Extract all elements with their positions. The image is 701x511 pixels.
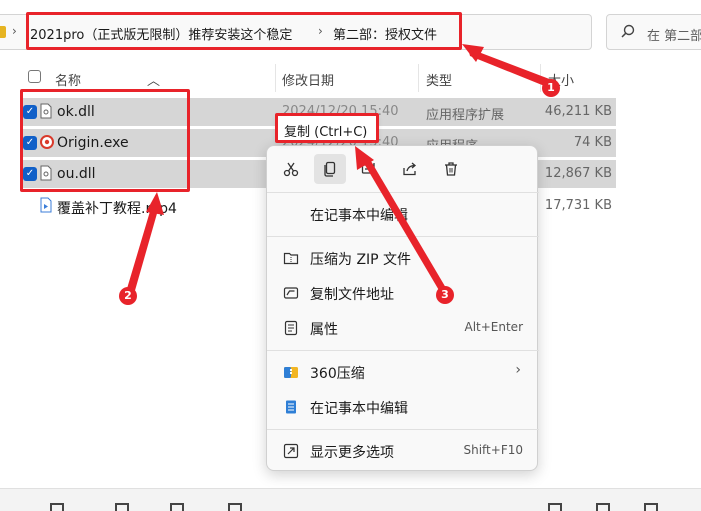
arrow-3: [362, 156, 446, 292]
bottom-toolbar: [0, 488, 701, 511]
toolbar-icon[interactable]: [50, 503, 64, 511]
toolbar-icon[interactable]: [644, 503, 658, 511]
arrow-2: [126, 208, 158, 294]
annotation-badge-2: 2: [119, 287, 137, 305]
toolbar-icon[interactable]: [596, 503, 610, 511]
toolbar-icon[interactable]: [115, 503, 129, 511]
annotation-badge-1: 1: [542, 79, 560, 97]
toolbar-icon[interactable]: [228, 503, 242, 511]
toolbar-icon[interactable]: [170, 503, 184, 511]
arrow-2-head: [146, 192, 164, 215]
toolbar-icon[interactable]: [548, 503, 562, 511]
annotation-arrows: [126, 44, 552, 294]
annotation-badge-3: 3: [436, 286, 454, 304]
arrow-1: [468, 48, 552, 87]
